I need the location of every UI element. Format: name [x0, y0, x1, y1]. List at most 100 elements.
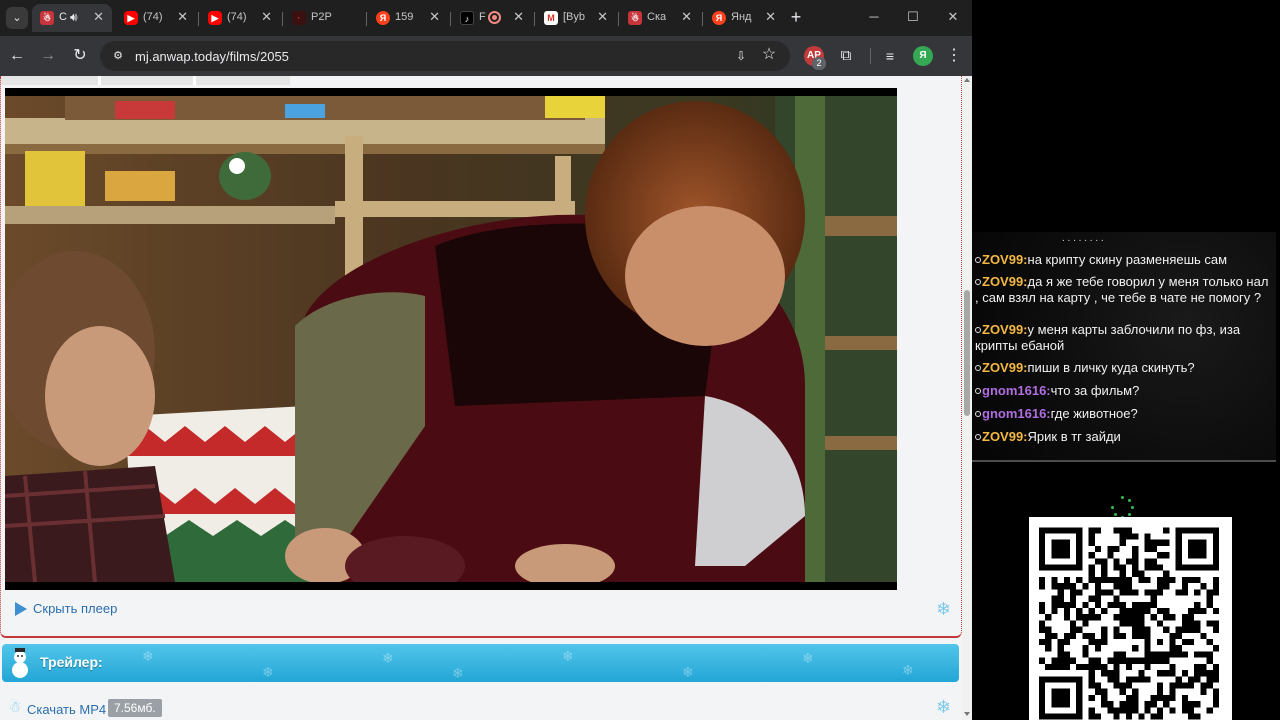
tab-separator [282, 12, 283, 26]
extension-badge: 2 [812, 57, 826, 70]
trailer-header: ❄ ❄ ❄ ❄ ❄ ❄ ❄ ❄ Трейлер: [2, 644, 959, 682]
yandex-icon: Я [376, 11, 390, 25]
tab-separator [366, 12, 367, 26]
tab-yandex-159[interactable]: Я 159 ✕ [368, 4, 448, 32]
snowman-icon: ☃ [40, 11, 54, 25]
tab-separator [618, 12, 619, 26]
tab-youtube-1[interactable]: ▶ (74) ✕ [116, 4, 196, 32]
close-tab-icon[interactable]: ✕ [765, 10, 776, 24]
close-tab-icon[interactable]: ✕ [597, 10, 608, 24]
close-window-button[interactable]: ✕ [941, 6, 965, 28]
tab-title: Ска [647, 11, 667, 23]
forward-button[interactable]: → [37, 45, 59, 67]
extensions-puzzle-icon[interactable]: ⧉ [836, 46, 856, 66]
tab-active[interactable]: ☃ С 🔊︎ ✕ [32, 4, 112, 32]
tab-gmail[interactable]: M [Byb ✕ [536, 4, 616, 32]
snowman-icon: ☃ [8, 699, 22, 716]
chat-message: ZOV99:да я же тебе говорил у меня только… [975, 274, 1271, 306]
scrollbar-thumb[interactable] [964, 290, 970, 416]
chat-nick: ZOV99: [982, 429, 1028, 444]
tab-separator [534, 12, 535, 26]
qr-code [1029, 517, 1232, 720]
tab-title: [Byb [563, 11, 586, 23]
chat-clipped-text: . . . . . . . . [1062, 237, 1182, 241]
toolbar-separator [870, 48, 871, 64]
chat-text: где животное? [1050, 406, 1138, 421]
tab-strip: ⌄ ☃ С 🔊︎ ✕ ▶ (74) ✕ ▶ (74) ✕ · P2P Я 159… [0, 0, 972, 36]
chat-nick: ZOV99: [982, 322, 1028, 337]
tab-title: С [59, 11, 67, 23]
badge-icon [975, 279, 981, 285]
tab-title: P2P [311, 11, 332, 23]
tab-yandex[interactable]: Я Янд ✕ [704, 4, 784, 32]
chat-footer [972, 460, 1276, 462]
menu-kebab-icon[interactable]: ⋮ [944, 46, 964, 66]
download-mp4-link[interactable]: Скачать MP4 [27, 702, 106, 717]
minimize-button[interactable]: ─ [862, 6, 886, 28]
youtube-icon: ▶ [208, 11, 222, 25]
tab-download[interactable]: ☃ Ска ✕ [620, 4, 700, 32]
chat-nick: ZOV99: [982, 360, 1028, 375]
back-button[interactable]: ← [6, 45, 28, 67]
tab-title: F [479, 11, 486, 23]
reload-button[interactable]: ↻ [69, 45, 91, 67]
bookmark-star-icon[interactable]: ☆ [760, 46, 778, 64]
badge-icon [975, 365, 981, 371]
chat-text: пиши в личку куда скинуть? [1027, 360, 1195, 375]
video-frame[interactable] [5, 96, 897, 582]
chat-message: ZOV99:на крипту скину разменяешь сам [975, 252, 1271, 268]
yandex-icon: Я [712, 11, 726, 25]
trailer-title: Трейлер: [40, 654, 103, 670]
tiktok-icon: ♪ [460, 11, 474, 25]
chat-message: ZOV99:у меня карты заблочили по фз, иза … [975, 322, 1271, 354]
snowman-icon [12, 648, 28, 678]
chat-nick: ZOV99: [982, 252, 1028, 267]
site-settings-icon[interactable]: ⚙︎ [111, 49, 125, 63]
tab-separator [702, 12, 703, 26]
browser-window: ⌄ ☃ С 🔊︎ ✕ ▶ (74) ✕ ▶ (74) ✕ · P2P Я 159… [0, 0, 972, 720]
close-tab-icon[interactable]: ✕ [177, 10, 188, 24]
tab-title: (74) [143, 11, 163, 23]
badge-icon [975, 257, 981, 263]
new-tab-button[interactable]: + [787, 7, 805, 27]
chat-text: на крипту скину разменяешь сам [1027, 252, 1228, 267]
address-bar[interactable]: ⚙︎ mj.anwap.today/films/2055 ⇩ ☆ [100, 41, 790, 71]
toolbar: ← → ↻ ⚙︎ mj.anwap.today/films/2055 ⇩ ☆ A… [0, 36, 972, 76]
chat-nick: gnom1616: [982, 383, 1051, 398]
speaker-icon[interactable]: 🔊︎ [70, 10, 78, 25]
play-triangle-icon [15, 602, 27, 616]
install-app-icon[interactable]: ⇩ [732, 47, 750, 65]
profile-avatar[interactable]: Я [913, 46, 933, 66]
chat-message: ZOV99:пиши в личку куда скинуть? [975, 360, 1271, 376]
close-tab-icon[interactable]: ✕ [429, 10, 440, 24]
close-tab-icon[interactable]: ✕ [93, 10, 104, 24]
tab-separator [450, 12, 451, 26]
media-controls-icon[interactable]: ≡ [880, 46, 900, 66]
snowflake-icon: ❄ [936, 697, 952, 717]
tab-separator [198, 12, 199, 26]
close-tab-icon[interactable]: ✕ [513, 10, 524, 24]
chat-nick: ZOV99: [982, 274, 1028, 289]
scroll-down-arrow-icon[interactable] [964, 712, 970, 716]
qr-code-image [1039, 527, 1219, 720]
youtube-icon: ▶ [124, 11, 138, 25]
scroll-up-arrow-icon[interactable] [964, 78, 970, 82]
page-scrollbar[interactable] [962, 76, 972, 720]
tab-title: 159 [395, 11, 414, 23]
close-tab-icon[interactable]: ✕ [681, 10, 692, 24]
tab-youtube-2[interactable]: ▶ (74) ✕ [200, 4, 280, 32]
tab-p2p[interactable]: · P2P [284, 4, 364, 32]
maximize-button[interactable]: ☐ [901, 6, 925, 28]
chat-nick: gnom1616: [982, 406, 1051, 421]
url-text[interactable]: mj.anwap.today/films/2055 [135, 49, 289, 64]
video-player[interactable] [5, 88, 897, 590]
tab-title: (74) [227, 11, 247, 23]
recording-icon [488, 11, 501, 24]
tab-tiktok[interactable]: ♪ F ✕ [452, 4, 532, 32]
hide-player-label: Скрыть плеер [33, 601, 118, 616]
tab-search-button[interactable]: ⌄ [6, 7, 28, 29]
stream-overlay: . . . . . . . . ZOV99:на крипту скину ра… [972, 0, 1280, 720]
screen: ⌄ ☃ С 🔊︎ ✕ ▶ (74) ✕ ▶ (74) ✕ · P2P Я 159… [0, 0, 1280, 720]
tab-title: Янд [731, 11, 752, 23]
close-tab-icon[interactable]: ✕ [261, 10, 272, 24]
